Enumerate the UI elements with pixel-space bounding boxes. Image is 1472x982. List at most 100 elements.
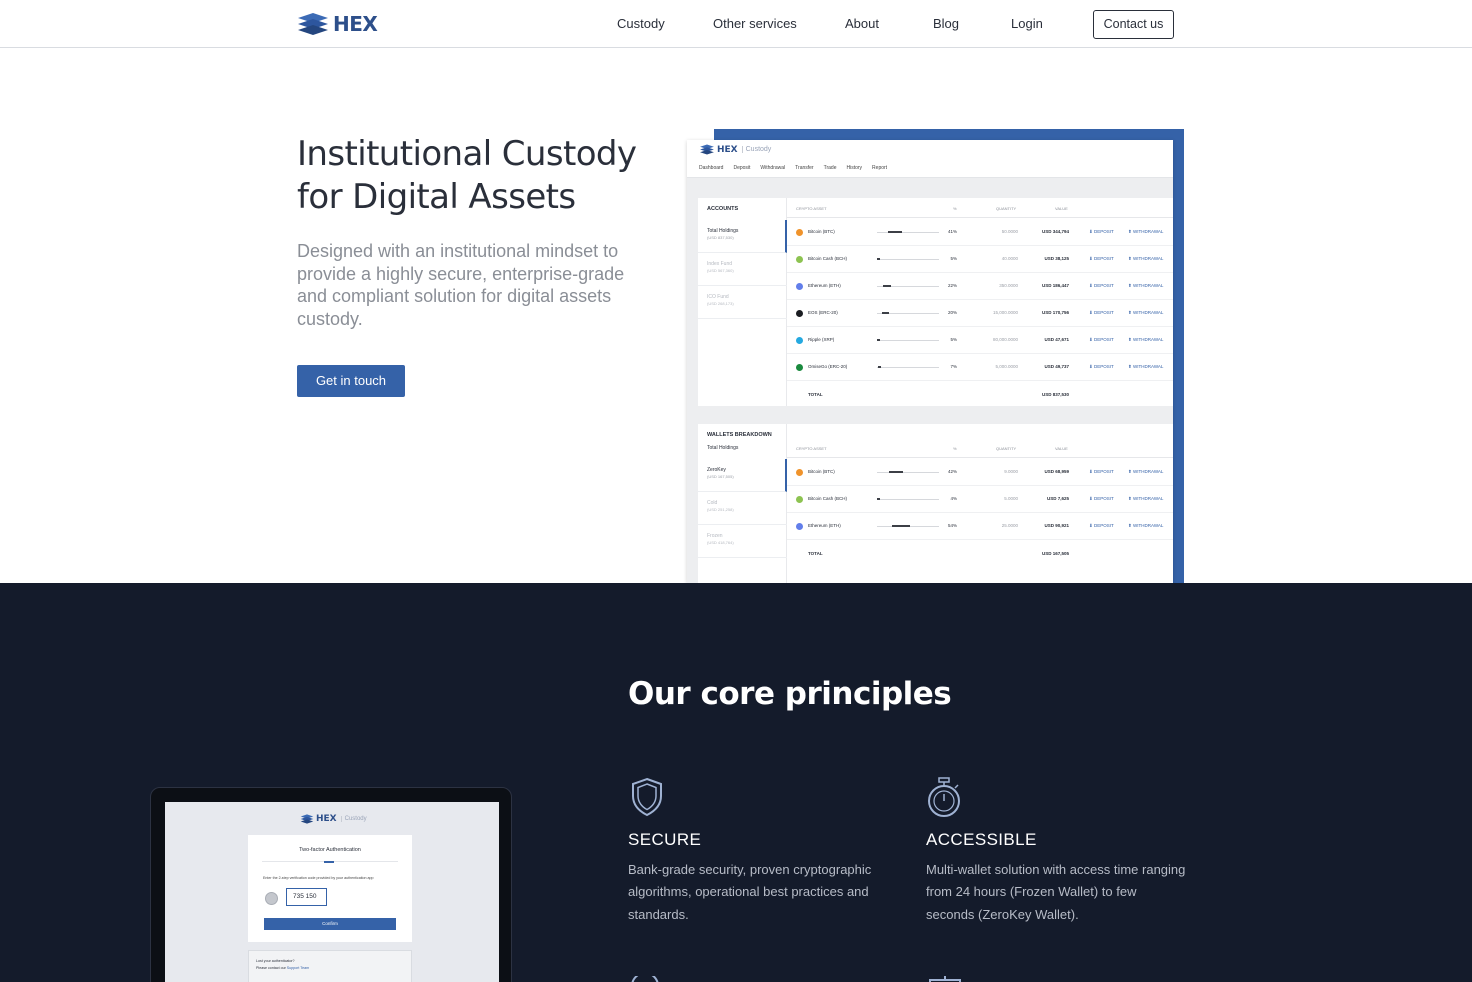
table-row[interactable]: OmiseGo (ERC-20) 7% 5,000.0000 USD 49,737 ⬇ … xyxy=(787,354,1173,381)
contact-support-text: Please contact our Support Team xyxy=(256,966,309,970)
accounts-title: ACCOUNTS xyxy=(707,206,739,212)
nav-link-blog[interactable]: Blog xyxy=(933,16,959,31)
wallet-name: ZeroKey xyxy=(707,467,726,473)
hero-title-line2: for Digital Assets xyxy=(297,177,576,217)
deposit-link[interactable]: ⬇ DEPOSIT xyxy=(1089,364,1114,370)
withdrawal-link[interactable]: ⬆ WITHDRAWAL xyxy=(1128,496,1163,502)
dash-menu-transfer[interactable]: Transfer xyxy=(795,165,813,171)
asset-percent: 4% xyxy=(950,496,957,501)
deposit-link[interactable]: ⬇ DEPOSIT xyxy=(1089,496,1114,502)
account-item-index-fund[interactable]: Index Fund (USD 567,360) xyxy=(698,253,787,286)
accounts-sidebar: ACCOUNTS Total Holdings (USD 837,530) In… xyxy=(698,198,787,406)
wallet-item-frozen[interactable]: Frozen (USD 418,764) xyxy=(698,525,787,558)
withdrawal-link[interactable]: ⬆ WITHDRAWAL xyxy=(1128,337,1163,343)
get-in-touch-button[interactable]: Get in touch xyxy=(297,365,405,397)
withdrawal-link[interactable]: ⬆ WITHDRAWAL xyxy=(1128,310,1163,316)
allocation-fill xyxy=(877,498,880,500)
top-nav: HEX Custody Other services About Blog Lo… xyxy=(0,0,1472,48)
dash-menu-report[interactable]: Report xyxy=(872,165,887,171)
withdrawal-link[interactable]: ⬆ WITHDRAWAL xyxy=(1128,283,1163,289)
two-factor-help: Enter the 2-step verification code provi… xyxy=(263,876,374,880)
wallet-item-cold[interactable]: Cold (USD 251,258) xyxy=(698,492,787,525)
account-item-total-holdings[interactable]: Total Holdings (USD 837,530) xyxy=(698,220,787,253)
confirm-button[interactable]: Confirm xyxy=(264,918,396,930)
feature-title-secure: SECURE xyxy=(628,830,702,849)
wallet-item-zerokey[interactable]: ZeroKey (USD 167,505) xyxy=(698,459,787,492)
dash-menu-dashboard[interactable]: Dashboard xyxy=(699,165,723,171)
contact-us-button[interactable]: Contact us xyxy=(1093,10,1174,39)
asset-quantity: 350.0000 xyxy=(999,283,1018,288)
nav-link-login[interactable]: Login xyxy=(1011,16,1043,31)
deposit-link[interactable]: ⬇ DEPOSIT xyxy=(1089,523,1114,529)
authenticator-icon xyxy=(265,892,278,905)
table-row[interactable]: Bitcoin Cash (BCH) 5% 40.0000 USD 38,125 ⬇ D… xyxy=(787,246,1173,273)
dash-menu-deposit[interactable]: Deposit xyxy=(733,165,750,171)
col-pct: % xyxy=(953,446,957,451)
coin-icon xyxy=(796,523,803,530)
allocation-bar xyxy=(877,525,939,527)
account-value: (USD 268,173) xyxy=(707,301,734,306)
stopwatch-icon xyxy=(928,777,960,817)
next-feature-icon xyxy=(631,976,659,982)
dash-menu-withdrawal[interactable]: Withdrawal xyxy=(760,165,785,171)
asset-percent: 20% xyxy=(947,310,957,315)
deposit-link[interactable]: ⬇ DEPOSIT xyxy=(1089,229,1114,235)
feature-title-accessible: ACCESSIBLE xyxy=(926,830,1037,849)
core-principles-section: Our core principles HEX Custody Two-fact… xyxy=(0,583,1472,982)
dash-menu-history[interactable]: History xyxy=(846,165,862,171)
col-quantity: QUANTITY xyxy=(996,446,1017,451)
nav-link-other-services[interactable]: Other services xyxy=(713,16,797,31)
table-row[interactable]: Ethereum (ETH) 22% 350.0000 USD 186,447 ⬇ DE… xyxy=(787,273,1173,300)
allocation-bar xyxy=(877,231,939,233)
allocation-bar xyxy=(877,498,939,500)
account-name: Index Fund xyxy=(707,261,733,267)
nav-link-about[interactable]: About xyxy=(845,16,879,31)
deposit-link[interactable]: ⬇ DEPOSIT xyxy=(1089,310,1114,316)
two-factor-title: Two-factor Authentication xyxy=(299,847,361,853)
withdrawal-link[interactable]: ⬆ WITHDRAWAL xyxy=(1128,229,1163,235)
allocation-bar xyxy=(877,285,939,287)
table-row[interactable]: Ripple (XRP) 5% 80,000.0000 USD 47,671 ⬇ DEP… xyxy=(787,327,1173,354)
account-item-ico-fund[interactable]: ICO Fund (USD 268,173) xyxy=(698,286,787,319)
asset-percent: 5% xyxy=(950,337,957,342)
allocation-fill xyxy=(878,366,881,368)
laptop-logo-sub: Custody xyxy=(340,816,367,822)
dash-menu-trade[interactable]: Trade xyxy=(824,165,837,171)
table-row[interactable]: Bitcoin Cash (BCH) 4% 5.0000 USD 7,625 ⬇ DEP… xyxy=(787,486,1173,513)
asset-name: Ripple (XRP) xyxy=(808,337,835,342)
withdrawal-link[interactable]: ⬆ WITHDRAWAL xyxy=(1128,469,1163,475)
allocation-fill xyxy=(892,525,910,527)
col-pct: % xyxy=(953,206,957,211)
deposit-link[interactable]: ⬇ DEPOSIT xyxy=(1089,469,1114,475)
withdrawal-link[interactable]: ⬆ WITHDRAWAL xyxy=(1128,256,1163,262)
table-row[interactable]: EOS (ERC-20) 20% 15,000.0000 USD 170,756 ⬇ D… xyxy=(787,300,1173,327)
asset-value: USD 344,794 xyxy=(1041,229,1069,234)
accounts-panel: ACCOUNTS Total Holdings (USD 837,530) In… xyxy=(698,198,1173,406)
withdrawal-link[interactable]: ⬆ WITHDRAWAL xyxy=(1128,523,1163,529)
coin-icon xyxy=(796,310,803,317)
asset-name: Bitcoin Cash (BCH) xyxy=(808,256,848,261)
table-row[interactable]: Bitcoin (BTC) 41% 50.0000 USD 344,794 ⬇ DEPO… xyxy=(787,219,1173,246)
wallet-value: (USD 167,505) xyxy=(707,474,734,479)
support-team-link[interactable]: Support Team xyxy=(287,966,309,970)
asset-quantity: 25.0000 xyxy=(1001,523,1018,528)
allocation-bar xyxy=(877,471,939,473)
col-crypto-asset: CRYPTO ASSET xyxy=(796,446,827,451)
allocation-fill xyxy=(882,312,889,314)
deposit-link[interactable]: ⬇ DEPOSIT xyxy=(1089,283,1114,289)
accounts-table-header: CRYPTO ASSET % QUANTITY VALUE xyxy=(787,206,1173,218)
asset-name: EOS (ERC-20) xyxy=(808,310,838,315)
withdrawal-link[interactable]: ⬆ WITHDRAWAL xyxy=(1128,364,1163,370)
deposit-link[interactable]: ⬇ DEPOSIT xyxy=(1089,337,1114,343)
wallet-value: (USD 251,258) xyxy=(707,507,734,512)
verification-code-input[interactable]: 735 150 xyxy=(286,888,327,906)
asset-percent: 5% xyxy=(950,256,957,261)
deposit-link[interactable]: ⬇ DEPOSIT xyxy=(1089,256,1114,262)
total-row: TOTAL USD 837,530 xyxy=(787,381,1173,408)
nav-link-custody[interactable]: Custody xyxy=(617,16,665,31)
asset-value: USD 47,671 xyxy=(1044,337,1069,342)
table-row[interactable]: Bitcoin (BTC) 42% 9.0000 USD 68,959 ⬇ DEPOSI… xyxy=(787,459,1173,486)
wallets-table-header: CRYPTO ASSET % QUANTITY VALUE xyxy=(787,446,1173,458)
table-row[interactable]: Ethereum (ETH) 54% 25.0000 USD 90,921 ⬇ DEPO… xyxy=(787,513,1173,540)
wallet-value: (USD 418,764) xyxy=(707,540,734,545)
